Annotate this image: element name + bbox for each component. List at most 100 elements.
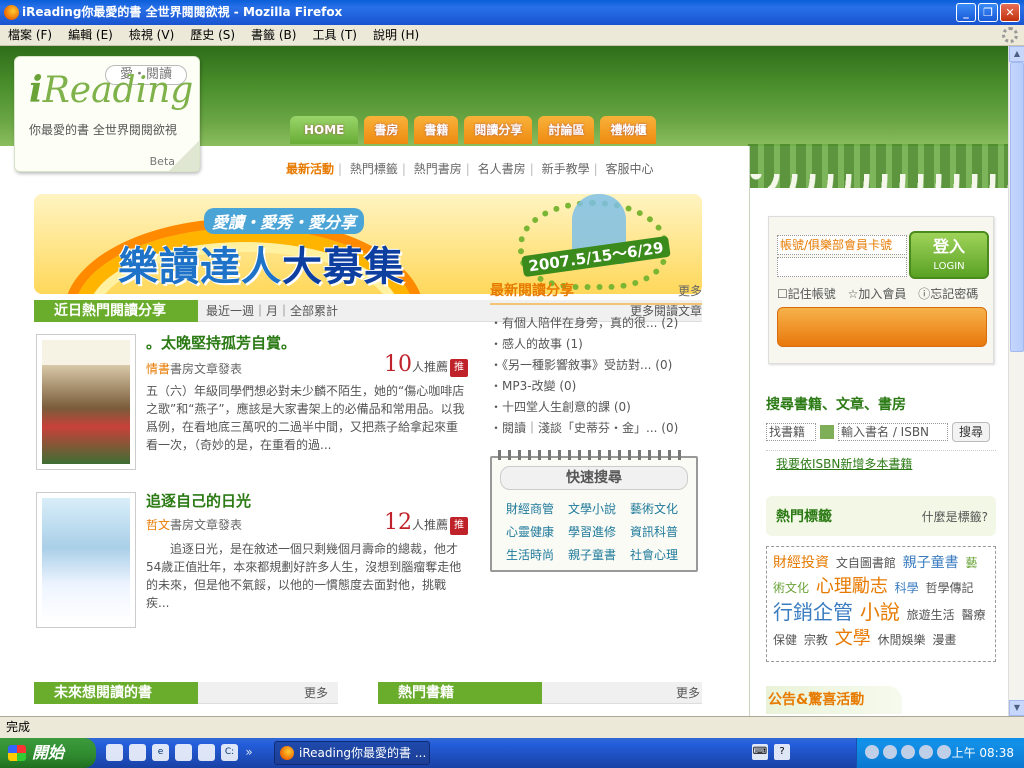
- book-cover[interactable]: [36, 334, 136, 470]
- chat-icon[interactable]: [198, 744, 215, 761]
- quick-search-link[interactable]: 文學小說: [568, 500, 630, 517]
- search-button[interactable]: 搜尋: [952, 422, 990, 442]
- keyboard-icon[interactable]: ⌨: [752, 744, 768, 760]
- vertical-scrollbar[interactable]: ▲ ▼: [1008, 46, 1024, 716]
- hot-books-heading: 熱門書籍: [378, 682, 556, 704]
- hot-books-more[interactable]: 更多: [542, 682, 702, 704]
- subnav-hot-tags[interactable]: 熱門標籤: [350, 162, 398, 176]
- promo-banner[interactable]: 愛讀・愛秀・愛分享 樂讀達人大募集 2007.5/15～6/29: [34, 194, 702, 294]
- share-item[interactable]: ・《另一種影響敘事》受訪對... (0): [490, 355, 702, 376]
- tag-link[interactable]: 心理勵志: [816, 576, 888, 597]
- recommend-stamp-icon[interactable]: 推: [450, 516, 469, 535]
- isbn-add-link[interactable]: 我要依ISBN新增多本書籍: [766, 450, 996, 472]
- tab-forum[interactable]: 討論區: [538, 116, 595, 144]
- recent-filters[interactable]: 最近一週｜月｜全部累計: [206, 304, 338, 318]
- subnav-hot-studies[interactable]: 熱門書房: [414, 162, 462, 176]
- subnav-celebrity-studies[interactable]: 名人書房: [478, 162, 526, 176]
- subnav-latest-events[interactable]: 最新活動: [286, 162, 334, 176]
- menu-view[interactable]: 檢視 (V): [121, 25, 182, 45]
- tray-arrow-icon[interactable]: [865, 745, 879, 759]
- tag-link[interactable]: 科學: [895, 581, 919, 595]
- tag-link[interactable]: 小說: [860, 600, 900, 624]
- firefox-icon[interactable]: [175, 744, 192, 761]
- tray-ime-icon[interactable]: [883, 745, 897, 759]
- what-is-tag-link[interactable]: 什麼是標籤?: [922, 508, 988, 525]
- book-cover[interactable]: [36, 492, 136, 628]
- quick-search-link[interactable]: 社會心理: [630, 546, 692, 563]
- menu-bookmarks[interactable]: 書籤 (B): [243, 25, 304, 45]
- app-icon[interactable]: [129, 744, 146, 761]
- latest-share-more-link[interactable]: 更多: [678, 282, 702, 299]
- tag-link[interactable]: 文自圖書館: [836, 556, 896, 570]
- tab-gift-cabinet[interactable]: 禮物櫃: [600, 116, 657, 144]
- scroll-down-arrow-icon[interactable]: ▼: [1009, 700, 1024, 716]
- future-books-more[interactable]: 更多: [198, 682, 338, 704]
- tab-home[interactable]: HOME: [290, 116, 359, 144]
- remember-checkbox[interactable]: ☐: [777, 287, 788, 301]
- scroll-thumb[interactable]: [1010, 62, 1024, 352]
- tag-link[interactable]: 親子童書: [903, 555, 959, 571]
- quick-search-link[interactable]: 生活時尚: [506, 546, 568, 563]
- minimize-button[interactable]: _: [956, 3, 976, 22]
- maximize-button[interactable]: ❐: [978, 3, 998, 22]
- dropdown-arrow-icon[interactable]: [820, 425, 834, 439]
- recommend-stamp-icon[interactable]: 推: [450, 358, 469, 377]
- login-button[interactable]: 登入 LOGIN: [909, 231, 989, 279]
- taskbar-firefox-item[interactable]: iReading你最愛的書 ...: [274, 741, 430, 765]
- article-title[interactable]: 追逐自己的日光: [146, 490, 251, 511]
- join-member-link[interactable]: 加入會員: [858, 287, 906, 301]
- tab-books[interactable]: 書籍: [414, 116, 459, 144]
- quick-search-link[interactable]: 心靈健康: [506, 523, 568, 540]
- scroll-up-arrow-icon[interactable]: ▲: [1009, 46, 1024, 62]
- password-field[interactable]: [777, 257, 907, 277]
- quick-search-link[interactable]: 親子童書: [568, 546, 630, 563]
- tag-link[interactable]: 休閒娛樂: [878, 633, 926, 647]
- tag-link[interactable]: 宗教: [804, 633, 828, 647]
- menu-help[interactable]: 說明 (H): [365, 25, 427, 45]
- tag-link[interactable]: 行銷企管: [773, 600, 853, 624]
- share-item[interactable]: ・感人的故事 (1): [490, 334, 702, 355]
- start-button[interactable]: 開始: [0, 738, 96, 768]
- desktop-icon[interactable]: [106, 744, 123, 761]
- search-type-select[interactable]: 找書籍: [766, 423, 816, 441]
- recommend-count: 10人推薦推: [384, 352, 469, 377]
- article-title[interactable]: 。太晚堅持孤芳自賞。: [146, 332, 296, 353]
- tag-link[interactable]: 哲學傳記: [926, 581, 974, 595]
- subnav-tutorial[interactable]: 新手教學: [542, 162, 590, 176]
- toolbar-icons: ⌨ ?: [752, 744, 790, 760]
- menu-file[interactable]: 檔案 (F): [0, 25, 60, 45]
- tab-reading-share[interactable]: 閱讀分享: [464, 116, 533, 144]
- forgot-password-link[interactable]: 忘記密碼: [930, 287, 978, 301]
- search-input[interactable]: 輸入書名 / ISBN: [838, 423, 948, 441]
- tag-link[interactable]: 財經投資: [773, 555, 829, 571]
- share-item[interactable]: ・閱讀｜淺談「史蒂芬・金」... (0): [490, 418, 702, 439]
- remember-label[interactable]: 記住帳號: [788, 287, 836, 301]
- promo-orange-button[interactable]: [777, 307, 987, 347]
- ie-icon[interactable]: e: [152, 744, 169, 761]
- share-item[interactable]: ・有個人陪伴在身旁，真的很... (2): [490, 313, 702, 334]
- share-item[interactable]: ・十四堂人生創意的課 (0): [490, 397, 702, 418]
- banner-subtitle: 愛讀・愛秀・愛分享: [204, 208, 365, 234]
- site-logo[interactable]: 愛・閱讀 iReading 你最愛的書 全世界閱閱欲視 Beta: [14, 56, 200, 172]
- cmd-icon[interactable]: C:: [221, 744, 238, 761]
- tray-network-icon[interactable]: [901, 745, 915, 759]
- tag-link[interactable]: 文學: [835, 628, 871, 649]
- menu-tools[interactable]: 工具 (T): [304, 25, 365, 45]
- tab-studies[interactable]: 書房: [364, 116, 409, 144]
- tag-link[interactable]: 旅遊生活: [907, 608, 955, 622]
- share-item[interactable]: ・MP3-改變 (0): [490, 376, 702, 397]
- quick-search-link[interactable]: 財經商管: [506, 500, 568, 517]
- menu-edit[interactable]: 編輯 (E): [60, 25, 121, 45]
- menu-history[interactable]: 歷史 (S): [182, 25, 243, 45]
- quick-search-link[interactable]: 資訊科普: [630, 523, 692, 540]
- tag-link[interactable]: 漫畫: [932, 633, 956, 647]
- tray-volume-icon[interactable]: [919, 745, 933, 759]
- tray-security-icon[interactable]: [937, 745, 951, 759]
- account-field[interactable]: 帳號/俱樂部會員卡號: [777, 235, 907, 255]
- chevron-right-icon[interactable]: »: [244, 744, 254, 761]
- close-button[interactable]: ✕: [1000, 3, 1020, 22]
- subnav-customer-service[interactable]: 客服中心: [605, 162, 653, 176]
- help-icon[interactable]: ?: [774, 744, 790, 760]
- quick-search-link[interactable]: 學習進修: [568, 523, 630, 540]
- quick-search-link[interactable]: 藝術文化: [630, 500, 692, 517]
